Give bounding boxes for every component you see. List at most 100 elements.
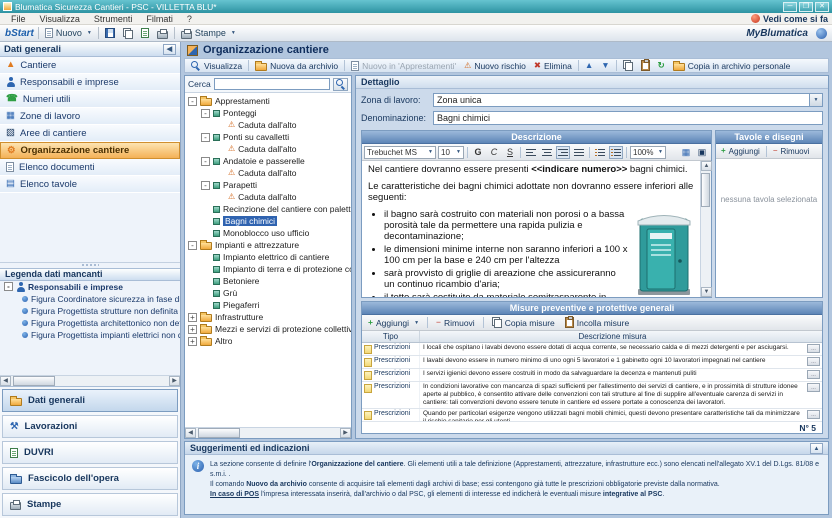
sidebar-horizontal-scrollbar[interactable]: ◀ ▶ [0, 375, 180, 386]
copia-archivio-personale-button[interactable]: Copia in archivio personale [670, 59, 794, 72]
collapse-icon[interactable]: - [188, 97, 197, 106]
sidebar-item-elenco-documenti[interactable]: Elenco documenti [0, 159, 180, 176]
tree-item-selected[interactable]: Bagni chimici [185, 215, 351, 227]
tree-item[interactable]: Betoniere [185, 275, 351, 287]
nav-lavorazioni[interactable]: ⚒ Lavorazioni [2, 415, 178, 438]
move-up-button[interactable]: ▲ [582, 59, 596, 72]
menu-filmati[interactable]: Filmati [139, 14, 180, 24]
tree-item[interactable]: -Impianti e attrezzature [185, 239, 351, 251]
sidebar-item-elenco-tavole[interactable]: ▤ Elenco tavole [0, 176, 180, 193]
insert-table-button[interactable]: ▦ [679, 146, 693, 159]
tree-item[interactable]: Impianto di terra e di protezione contro… [185, 263, 351, 275]
legend-entry[interactable]: Figura Progettista architettonico non de… [0, 317, 180, 329]
tree-search-input[interactable] [214, 78, 330, 90]
scrollbar-thumb[interactable] [701, 173, 710, 207]
tree-item[interactable]: -Ponteggi [185, 107, 351, 119]
print-button[interactable] [155, 26, 170, 41]
tree-item[interactable]: Recinzione del cantiere con paletti e re… [185, 203, 351, 215]
insert-image-button[interactable]: ▣ [695, 146, 709, 159]
scroll-down-button[interactable]: ▼ [701, 287, 712, 297]
row-edit-button[interactable]: … [807, 357, 820, 366]
zoom-select[interactable]: 100% ▼ [630, 146, 666, 159]
misure-rimuovi-button[interactable]: − Rimuovi [433, 316, 478, 329]
suggestions-collapse-button[interactable]: ▲ [810, 443, 823, 454]
refresh-button[interactable]: ↻ [655, 59, 668, 72]
font-size-select[interactable]: 10 ▼ [438, 146, 464, 159]
tree-horizontal-scrollbar[interactable]: ◀ ▶ [185, 427, 351, 438]
align-center-button[interactable] [540, 146, 554, 159]
tree-item[interactable]: ⚠Caduta dall'alto [185, 143, 351, 155]
legend-entry[interactable]: Figura Progettista impianti elettrici no… [0, 329, 180, 341]
scroll-right-button[interactable]: ▶ [340, 428, 351, 438]
tree-item[interactable]: -Ponti su cavalletti [185, 131, 351, 143]
italic-button[interactable]: C [487, 146, 501, 159]
copy-button[interactable] [121, 26, 135, 41]
expand-icon[interactable]: + [188, 313, 197, 322]
nuovo-in-apprestamenti-button[interactable]: Nuovo in 'Apprestamenti' [348, 59, 459, 72]
tree-item[interactable]: +Mezzi e servizi di protezione collettiv… [185, 323, 351, 335]
tree-item[interactable]: ⚠Caduta dall'alto [185, 119, 351, 131]
account-button[interactable] [816, 28, 827, 39]
misure-aggiungi-button[interactable]: + Aggiungi ▼ [365, 316, 422, 329]
sidebar-item-cantiere[interactable]: ▲ Cantiere [0, 57, 180, 74]
search-button[interactable] [333, 78, 348, 91]
nav-stampe[interactable]: Stampe [2, 493, 178, 516]
tree-item[interactable]: ⚠Caduta dall'alto [185, 167, 351, 179]
minimize-button[interactable]: ─ [783, 2, 797, 12]
table-row[interactable]: Prescrizioni I lavabi devono essere in n… [362, 356, 822, 369]
visualizza-button[interactable]: Visualizza [188, 59, 245, 72]
tavole-rimuovi-button[interactable]: − Rimuovi [770, 145, 813, 158]
video-help-button[interactable]: Vedi come si fa [751, 14, 828, 24]
nuovo-rischio-button[interactable]: ⚠ Nuovo rischio [461, 59, 529, 72]
zona-di-lavoro-select[interactable]: Zona unica ▼ [433, 93, 823, 107]
elimina-button[interactable]: ✖ Elimina [531, 59, 575, 72]
align-left-button[interactable] [524, 146, 538, 159]
sidebar-item-responsabili[interactable]: Responsabili e imprese [0, 74, 180, 91]
expand-icon[interactable]: + [188, 325, 197, 334]
tree-item[interactable]: Grù [185, 287, 351, 299]
row-edit-button[interactable]: … [807, 344, 820, 353]
font-family-select[interactable]: Trebuchet MS ▼ [364, 146, 436, 159]
move-down-button[interactable]: ▼ [598, 59, 612, 72]
align-right-button[interactable] [556, 146, 570, 159]
copia-misure-button[interactable]: Copia misure [489, 316, 558, 329]
collapse-icon[interactable]: - [188, 241, 197, 250]
copy-element-button[interactable] [620, 59, 636, 72]
row-edit-button[interactable]: … [807, 370, 820, 379]
nav-dati-generali[interactable]: Dati generali [2, 389, 178, 412]
table-row[interactable]: Prescrizioni Quando per particolari esig… [362, 409, 822, 421]
table-row[interactable]: Prescrizioni I locali che ospitano i lav… [362, 343, 822, 356]
sidebar-item-aree-di-cantiere[interactable]: ▧ Aree di cantiere [0, 125, 180, 142]
bullet-list-button[interactable] [609, 146, 623, 159]
menu-file[interactable]: File [4, 14, 33, 24]
print-preview-button[interactable] [139, 26, 151, 41]
row-edit-button[interactable]: … [807, 410, 820, 419]
menu-visualizza[interactable]: Visualizza [33, 14, 87, 24]
save-button[interactable] [103, 26, 117, 41]
numbered-list-button[interactable] [593, 146, 607, 159]
underline-button[interactable]: S [503, 146, 517, 159]
legend-entry[interactable]: Figura Coordinatore sicurezza in fase di… [0, 293, 180, 305]
scroll-up-button[interactable]: ▲ [701, 161, 712, 171]
scroll-left-button[interactable]: ◀ [0, 376, 11, 386]
collapse-icon[interactable]: - [4, 282, 13, 291]
table-row[interactable]: Prescrizioni I servizi igienici devono e… [362, 369, 822, 382]
scroll-left-button[interactable]: ◀ [185, 428, 196, 438]
table-row[interactable]: Prescrizioni In condizioni lavorative co… [362, 382, 822, 409]
collapse-icon[interactable]: - [201, 109, 210, 118]
row-edit-button[interactable]: … [807, 383, 820, 392]
expand-icon[interactable]: + [188, 337, 197, 346]
maximize-button[interactable]: ❐ [799, 2, 813, 12]
bold-button[interactable]: G [471, 146, 485, 159]
scroll-right-button[interactable]: ▶ [169, 376, 180, 386]
nav-fascicolo-dell-opera[interactable]: Fascicolo dell'opera [2, 467, 178, 490]
collapse-icon[interactable]: - [201, 133, 210, 142]
paste-element-button[interactable] [638, 59, 653, 72]
tree-item[interactable]: +Altro [185, 335, 351, 347]
tree-item[interactable]: +Infrastrutture [185, 311, 351, 323]
description-editor[interactable]: Nel cantiere dovranno essere presenti <<… [362, 161, 700, 297]
scrollbar-thumb[interactable] [198, 428, 240, 438]
sidebar-collapse-button[interactable]: ◀ [163, 44, 176, 55]
tree-item[interactable]: ⚠Caduta dall'alto [185, 191, 351, 203]
chevron-down-icon[interactable]: ▼ [809, 94, 822, 106]
